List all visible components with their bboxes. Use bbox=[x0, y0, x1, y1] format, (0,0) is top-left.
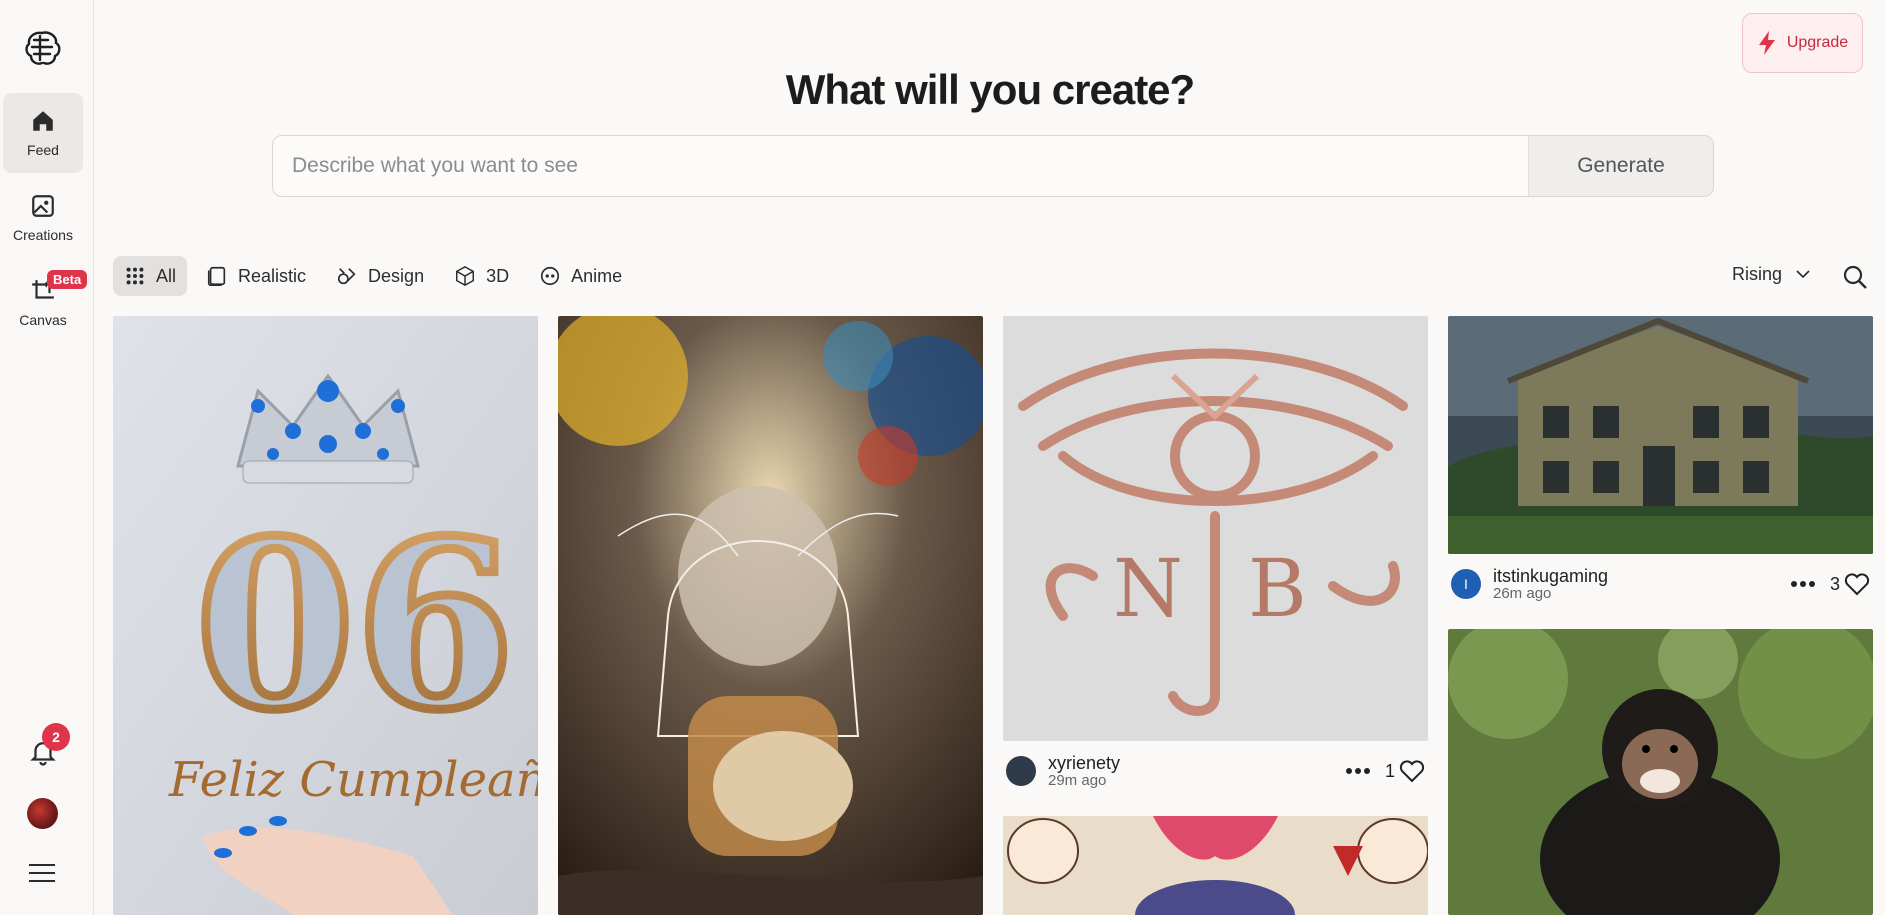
filter-label: Design bbox=[368, 265, 425, 286]
galaxy-girl-image bbox=[558, 316, 983, 915]
emblem-b: B bbox=[1248, 542, 1307, 635]
avatar[interactable] bbox=[1006, 756, 1036, 786]
heart-icon[interactable] bbox=[1399, 759, 1425, 783]
filter-design[interactable]: Design bbox=[325, 256, 435, 296]
feed-image-birthday[interactable]: 06 Feliz Cumpleaños bbox=[113, 316, 538, 915]
generate-button[interactable]: Generate bbox=[1528, 136, 1713, 196]
notification-badge: 2 bbox=[42, 723, 70, 751]
avatar[interactable] bbox=[27, 798, 58, 829]
birthday-title: Feliz Cumpleaños bbox=[168, 752, 538, 808]
more-options-icon[interactable] bbox=[1790, 580, 1816, 588]
username[interactable]: itstinkugaming bbox=[1493, 566, 1608, 586]
filter-realistic[interactable]: Realistic bbox=[195, 256, 317, 296]
sidebar-item-creations[interactable]: Creations bbox=[3, 178, 83, 258]
filter-all[interactable]: All bbox=[113, 256, 188, 296]
sidebar-item-label: Feed bbox=[27, 142, 59, 158]
avatar[interactable]: I bbox=[1451, 569, 1481, 599]
prompt-input[interactable] bbox=[273, 136, 1528, 196]
birthday-image: 06 Feliz Cumpleaños bbox=[113, 316, 538, 915]
chimpanzee-image bbox=[1448, 629, 1873, 915]
timestamp: 26m ago bbox=[1493, 584, 1552, 602]
house-image bbox=[1448, 316, 1873, 554]
feed-image-galaxy-girl[interactable] bbox=[558, 316, 983, 915]
brain-logo-icon[interactable] bbox=[22, 27, 64, 69]
heart-icon[interactable] bbox=[1844, 572, 1870, 596]
emblem-image: N B bbox=[1003, 316, 1428, 741]
hamburger-menu-icon[interactable] bbox=[27, 861, 57, 885]
number-06-art: 06 bbox=[195, 491, 515, 761]
beta-badge: Beta bbox=[47, 270, 88, 289]
home-icon bbox=[33, 111, 53, 131]
prompt-bar: Generate bbox=[272, 135, 1714, 197]
sidebar-item-label: Canvas bbox=[19, 312, 67, 328]
search-icon[interactable] bbox=[1842, 264, 1868, 290]
feed-image-emblem[interactable]: N B bbox=[1003, 316, 1428, 741]
filter-label: 3D bbox=[486, 265, 510, 286]
filter-label: All bbox=[156, 265, 177, 286]
chevron-down-icon bbox=[1796, 270, 1810, 279]
sidebar-item-label: Creations bbox=[13, 227, 73, 243]
cube-icon bbox=[456, 265, 475, 287]
anime-christmas-image bbox=[1003, 816, 1428, 915]
sort-dropdown[interactable]: Rising bbox=[1732, 264, 1810, 285]
sidebar: Feed Creations Canvas Beta 2 bbox=[0, 0, 94, 915]
upgrade-button[interactable]: Upgrade bbox=[1742, 13, 1863, 73]
filter-3d[interactable]: 3D bbox=[443, 256, 520, 296]
page-title: What will you create? bbox=[785, 66, 1195, 113]
timestamp: 29m ago bbox=[1048, 771, 1107, 789]
more-options-icon[interactable] bbox=[1345, 767, 1371, 775]
feed-image-anime-christmas[interactable] bbox=[1003, 816, 1428, 915]
sort-label: Rising bbox=[1732, 264, 1783, 284]
sidebar-item-feed[interactable]: Feed bbox=[3, 93, 83, 173]
photo-icon bbox=[207, 266, 226, 286]
upgrade-label: Upgrade bbox=[1786, 34, 1849, 51]
emblem-n: N bbox=[1113, 542, 1183, 635]
design-icon bbox=[337, 268, 356, 285]
card-meta-itstinkugaming: I itstinkugaming 26m ago 3 bbox=[1451, 562, 1870, 606]
anime-face-icon bbox=[541, 266, 560, 286]
username[interactable]: xyrienety bbox=[1048, 753, 1120, 773]
feed-image-house[interactable] bbox=[1448, 316, 1873, 554]
filter-anime[interactable]: Anime bbox=[528, 256, 633, 296]
image-icon bbox=[32, 195, 54, 217]
category-filters: All Realistic Design 3D Anime bbox=[113, 256, 641, 296]
grid-icon bbox=[126, 267, 144, 285]
filter-label: Anime bbox=[571, 265, 623, 286]
card-meta-xyrienety: xyrienety 29m ago 1 bbox=[1006, 749, 1425, 793]
like-count: 3 bbox=[1829, 573, 1840, 594]
lightning-icon bbox=[1758, 31, 1775, 55]
feed-image-chimpanzee[interactable] bbox=[1448, 629, 1873, 915]
filter-label: Realistic bbox=[238, 265, 307, 286]
like-count: 1 bbox=[1384, 760, 1395, 781]
